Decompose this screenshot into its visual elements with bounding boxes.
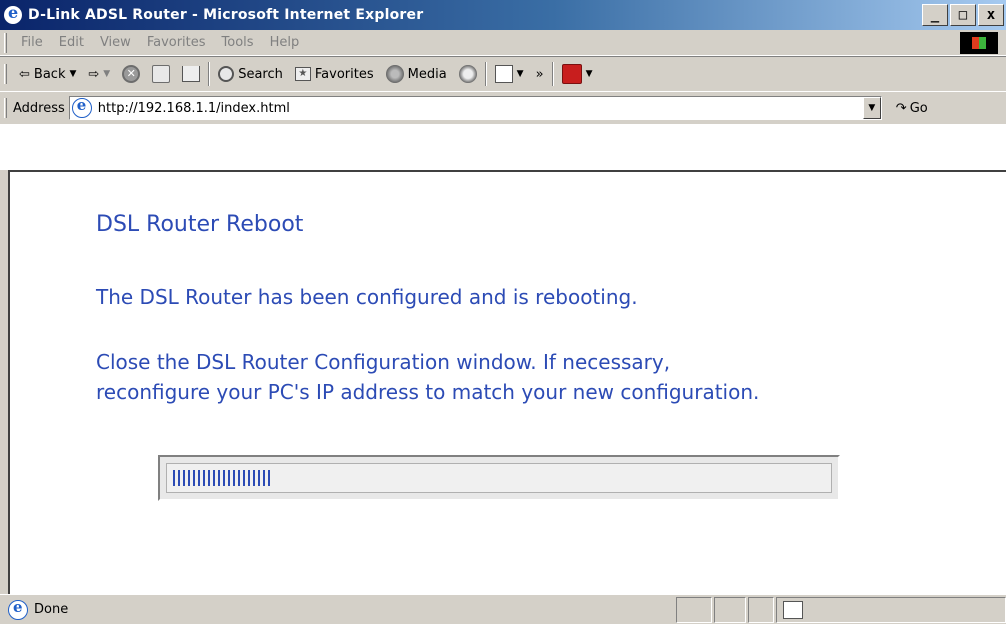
toolbar-separator bbox=[551, 62, 554, 86]
go-arrow-icon: ↷ bbox=[895, 100, 907, 116]
home-icon bbox=[182, 66, 201, 82]
pdf-button[interactable]: ▼ bbox=[556, 64, 599, 84]
back-label: Back bbox=[33, 66, 66, 82]
acrobat-pdf-icon bbox=[561, 64, 582, 84]
history-button[interactable] bbox=[453, 65, 483, 83]
address-input[interactable]: http://192.168.1.1/index.html ▼ bbox=[68, 96, 882, 120]
stop-button[interactable]: ✕ bbox=[116, 65, 146, 83]
search-icon bbox=[218, 66, 235, 82]
page-top-area bbox=[0, 124, 1006, 170]
edit-button[interactable]: ▼ bbox=[489, 65, 530, 83]
reboot-message: The DSL Router has been configured and i… bbox=[96, 285, 638, 309]
toolbar-grip bbox=[4, 64, 7, 84]
address-url[interactable]: http://192.168.1.1/index.html bbox=[98, 101, 290, 116]
address-grip bbox=[4, 98, 7, 118]
menu-file[interactable]: File bbox=[13, 35, 51, 50]
status-bar: Done bbox=[0, 594, 1006, 624]
windows-logo-icon bbox=[960, 32, 998, 54]
go-label: Go bbox=[909, 100, 928, 116]
maximize-button[interactable]: □ bbox=[950, 4, 976, 26]
toolbar-separator bbox=[484, 62, 487, 86]
menu-edit[interactable]: Edit bbox=[51, 35, 92, 50]
history-icon bbox=[458, 65, 477, 83]
toolbar-chevron[interactable]: » bbox=[530, 67, 550, 82]
media-icon bbox=[385, 65, 404, 83]
ie-icon bbox=[4, 3, 22, 24]
stop-icon: ✕ bbox=[122, 65, 141, 83]
back-dropdown-icon[interactable]: ▼ bbox=[69, 69, 76, 79]
minimize-button[interactable]: _ bbox=[922, 4, 948, 26]
back-button[interactable]: ⇦ Back ▼ bbox=[13, 67, 82, 82]
forward-button[interactable]: ⇨ ▼ bbox=[82, 67, 116, 82]
status-text: Done bbox=[34, 602, 69, 617]
instruction-line-2: reconfigure your PC's IP address to matc… bbox=[96, 380, 760, 404]
menu-favorites[interactable]: Favorites bbox=[139, 35, 214, 50]
address-dropdown-icon[interactable]: ▼ bbox=[862, 97, 881, 119]
media-button[interactable]: Media bbox=[380, 65, 453, 83]
page-heading: DSL Router Reboot bbox=[96, 212, 304, 237]
close-button[interactable]: x bbox=[978, 4, 1004, 26]
status-pane bbox=[676, 597, 712, 623]
menu-grip bbox=[4, 32, 7, 53]
status-pane bbox=[748, 597, 774, 623]
menu-help[interactable]: Help bbox=[262, 35, 308, 50]
search-label: Search bbox=[238, 66, 283, 82]
favorites-button[interactable]: ★ Favorites bbox=[289, 67, 380, 82]
menu-view[interactable]: View bbox=[92, 35, 139, 50]
window-title: D-Link ADSL Router - Microsoft Internet … bbox=[28, 7, 424, 23]
edit-dropdown-icon[interactable]: ▼ bbox=[517, 69, 524, 79]
progress-track bbox=[166, 463, 832, 493]
address-bar: Address http://192.168.1.1/index.html ▼ … bbox=[0, 92, 1006, 124]
back-arrow-icon: ⇦ bbox=[19, 66, 30, 82]
address-label: Address bbox=[13, 100, 65, 116]
menu-tools[interactable]: Tools bbox=[214, 35, 262, 50]
reboot-progress-bar bbox=[158, 455, 840, 501]
refresh-button[interactable] bbox=[146, 65, 176, 83]
zone-pane bbox=[776, 597, 1006, 623]
refresh-icon bbox=[152, 65, 171, 83]
edit-page-icon bbox=[494, 65, 513, 83]
status-pane bbox=[714, 597, 746, 623]
forward-dropdown-icon[interactable]: ▼ bbox=[103, 69, 110, 79]
menu-bar: File Edit View Favorites Tools Help bbox=[0, 30, 1006, 56]
instruction-message: Close the DSL Router Configuration windo… bbox=[96, 347, 759, 407]
media-label: Media bbox=[407, 66, 447, 82]
favorites-icon: ★ bbox=[294, 67, 311, 81]
progress-fill bbox=[173, 470, 271, 486]
pdf-dropdown-icon[interactable]: ▼ bbox=[586, 69, 593, 79]
home-button[interactable] bbox=[176, 66, 206, 82]
favorites-label: Favorites bbox=[314, 66, 374, 82]
internet-zone-icon bbox=[783, 601, 803, 619]
toolbar-separator bbox=[208, 62, 211, 86]
go-button[interactable]: ↷ Go bbox=[896, 101, 928, 116]
status-panes bbox=[674, 597, 1006, 623]
instruction-line-1: Close the DSL Router Configuration windo… bbox=[96, 350, 671, 374]
window-controls: _ □ x bbox=[922, 4, 1004, 26]
page-ie-icon bbox=[71, 96, 92, 118]
standard-toolbar: ⇦ Back ▼ ⇨ ▼ ✕ Search ★ Favorites Media … bbox=[0, 56, 1006, 92]
search-button[interactable]: Search bbox=[212, 66, 289, 82]
forward-arrow-icon: ⇨ bbox=[88, 66, 100, 82]
status-ie-icon bbox=[8, 598, 28, 620]
title-bar: D-Link ADSL Router - Microsoft Internet … bbox=[0, 0, 1006, 30]
